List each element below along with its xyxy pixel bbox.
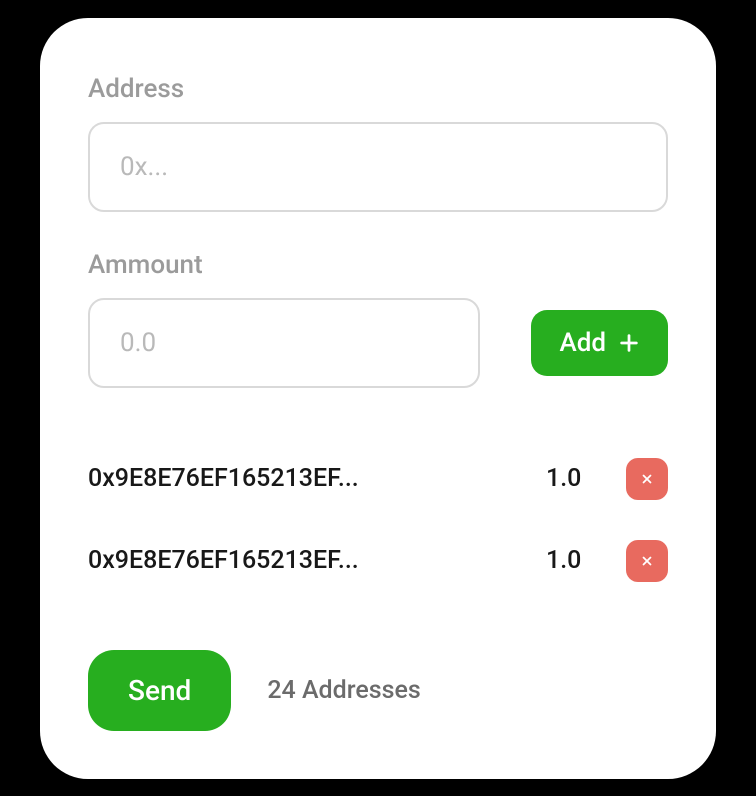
address-label: Address (88, 74, 668, 104)
delete-button[interactable] (626, 540, 668, 582)
address-input[interactable] (88, 122, 668, 212)
footer-row: Send 24 Addresses (88, 650, 668, 731)
add-button[interactable]: Add (531, 310, 668, 376)
entries-list: 0x9E8E76EF165213EF... 1.0 0x9E8E76EF1652… (88, 438, 668, 602)
address-count: 24 Addresses (267, 676, 420, 705)
amount-label: Ammount (88, 250, 668, 280)
entry-address: 0x9E8E76EF165213EF... (88, 464, 526, 493)
send-card: Address Ammount Add 0x9E8E76EF165213EF..… (40, 18, 716, 779)
delete-button[interactable] (626, 458, 668, 500)
entry-address: 0x9E8E76EF165213EF... (88, 546, 526, 575)
entry-amount: 1.0 (546, 464, 606, 493)
close-icon (640, 554, 654, 568)
send-button[interactable]: Send (88, 650, 231, 731)
close-icon (640, 472, 654, 486)
plus-icon (618, 332, 640, 354)
amount-row: Add (88, 298, 668, 388)
amount-input[interactable] (88, 298, 480, 388)
entry-row: 0x9E8E76EF165213EF... 1.0 (88, 520, 668, 602)
entry-row: 0x9E8E76EF165213EF... 1.0 (88, 438, 668, 520)
entry-amount: 1.0 (546, 546, 606, 575)
add-button-label: Add (559, 328, 606, 358)
